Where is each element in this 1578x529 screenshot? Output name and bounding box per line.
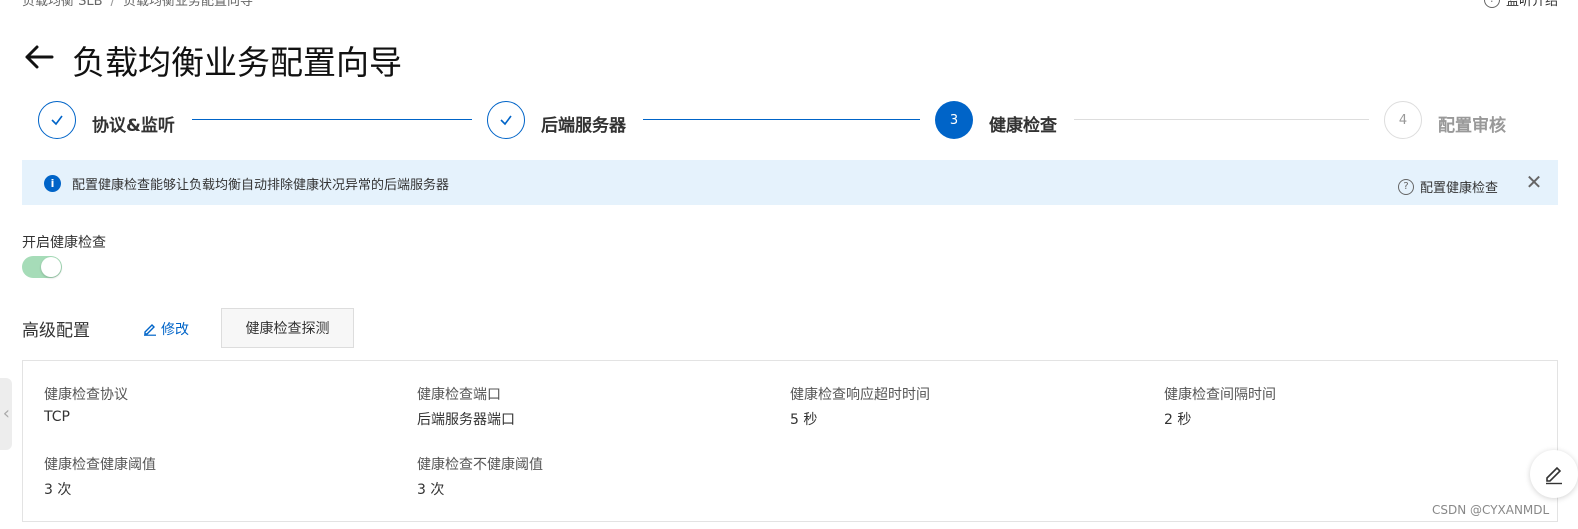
step-2-check-icon	[487, 101, 525, 139]
step-1-label: 协议&监听	[92, 116, 175, 136]
step-4-number: 4	[1384, 101, 1422, 139]
field-protocol-value: TCP	[44, 409, 70, 425]
breadcrumb-root-link[interactable]: 负载均衡 SLB	[22, 0, 103, 9]
field-unhealthy-threshold-value: 3 次	[417, 482, 445, 498]
field-protocol-label: 健康检查协议	[44, 387, 128, 403]
field-healthy-threshold-value: 3 次	[44, 482, 72, 498]
step-connector-2	[643, 119, 920, 120]
edit-button[interactable]: 修改	[143, 319, 189, 339]
question-circle-icon: ?	[1483, 0, 1500, 8]
edit-pencil-icon	[144, 324, 156, 336]
notice-help-label: 配置健康检查	[1420, 181, 1499, 196]
field-port-label: 健康检查端口	[417, 387, 501, 403]
step-connector-3	[1074, 119, 1369, 120]
step-3-label: 健康检查	[989, 116, 1057, 136]
notice-text: 配置健康检查能够让负载均衡自动排除健康状况异常的后端服务器	[72, 178, 450, 193]
close-icon[interactable]: ✕	[1524, 172, 1544, 192]
watermark: CSDN @CYXANMDL	[1432, 503, 1550, 517]
health-check-toggle-label: 开启健康检查	[22, 235, 106, 251]
advanced-config-title: 高级配置	[22, 321, 90, 341]
step-3-number: 3	[935, 101, 973, 139]
floating-edit-button[interactable]	[1530, 450, 1578, 498]
listener-help-link[interactable]: ? 监听介绍	[1483, 0, 1558, 9]
step-2-label: 后端服务器	[541, 116, 626, 136]
field-interval-label: 健康检查间隔时间	[1164, 387, 1276, 403]
pencil-icon	[1546, 466, 1562, 485]
field-port-value: 后端服务器端口	[417, 412, 515, 428]
listener-help-label: 监听介绍	[1505, 0, 1558, 9]
health-check-probe-button[interactable]: 健康检查探测	[221, 308, 354, 348]
question-circle-icon: ?	[1398, 178, 1414, 195]
side-collapse-tab[interactable]: ‹	[0, 378, 12, 450]
breadcrumb: 负载均衡 SLB / 负载均衡业务配置向导	[22, 0, 253, 9]
page-title: 负载均衡业务配置向导	[72, 43, 402, 82]
breadcrumb-current: 负载均衡业务配置向导	[122, 0, 253, 9]
field-healthy-threshold-label: 健康检查健康阈值	[44, 457, 156, 473]
field-unhealthy-threshold-label: 健康检查不健康阈值	[417, 457, 543, 473]
step-4-label: 配置审核	[1438, 116, 1506, 136]
step-1-check-icon	[38, 101, 76, 139]
breadcrumb-separator: /	[110, 0, 115, 9]
back-arrow-icon[interactable]	[22, 40, 56, 74]
edit-label: 修改	[161, 322, 189, 338]
configure-health-check-help-link[interactable]: ? 配置健康检查	[1398, 177, 1498, 196]
step-connector-1	[192, 119, 472, 120]
info-icon: i	[44, 175, 61, 192]
field-timeout-value: 5 秒	[790, 412, 818, 428]
field-timeout-label: 健康检查响应超时时间	[790, 387, 930, 403]
toggle-knob[interactable]	[41, 257, 61, 277]
field-interval-value: 2 秒	[1164, 412, 1192, 428]
